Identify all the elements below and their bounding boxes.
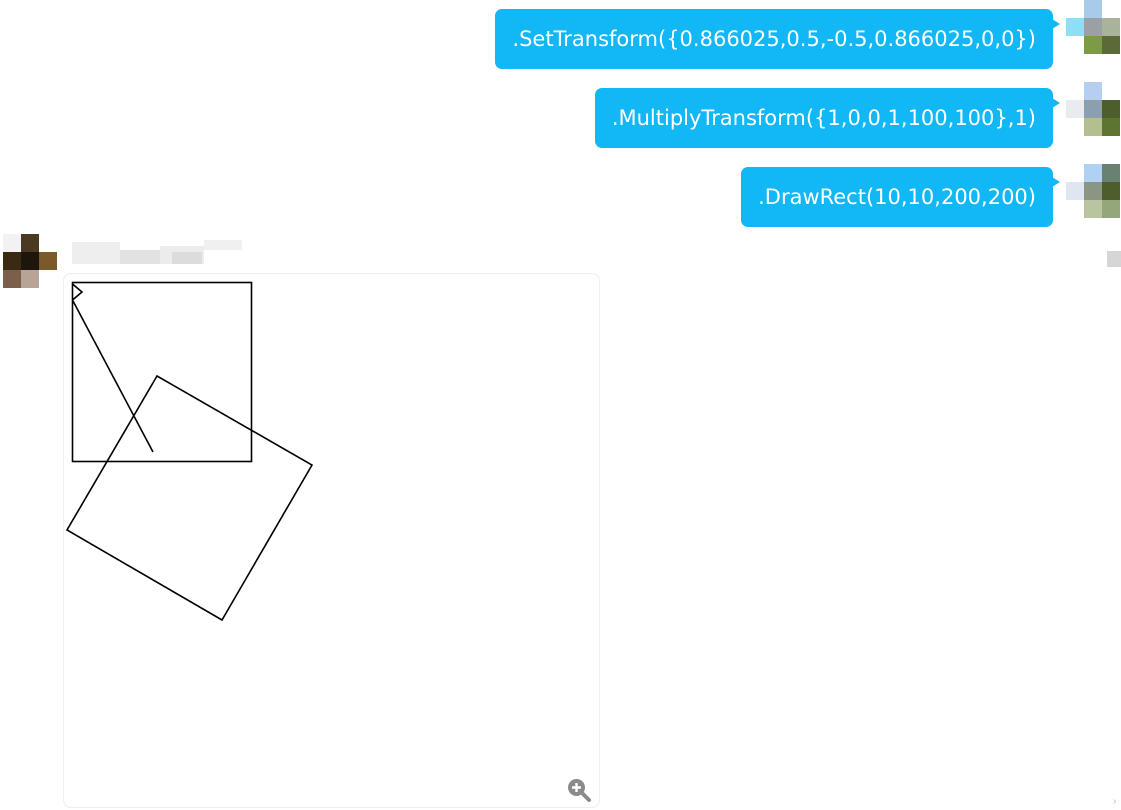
image-attachment[interactable] [63, 273, 600, 808]
avatar[interactable] [1066, 164, 1120, 218]
sender-name-redacted [72, 240, 242, 266]
message-bubble[interactable]: .SetTransform({0.866025,0.5,-0.5,0.86602… [495, 9, 1060, 69]
message-bubble[interactable]: .MultiplyTransform({1,0,0,1,100,100},1) [594, 88, 1061, 148]
chat-window: .SetTransform({0.866025,0.5,-0.5,0.86602… [0, 0, 1121, 810]
scrollbar-thumb[interactable] [1107, 251, 1121, 267]
corner-notch [71, 283, 84, 301]
avatar[interactable] [1066, 0, 1120, 54]
zoom-in-icon[interactable] [566, 777, 592, 803]
drawing-canvas [65, 281, 314, 622]
transformed-rectangle [65, 374, 314, 622]
avatar[interactable] [1066, 82, 1120, 136]
drawn-rectangle [71, 281, 253, 463]
diagonal-line [71, 299, 154, 453]
corner-glyph: › [1113, 796, 1117, 807]
message-bubble[interactable]: .DrawRect(10,10,200,200) [741, 167, 1060, 227]
avatar[interactable] [3, 234, 57, 288]
